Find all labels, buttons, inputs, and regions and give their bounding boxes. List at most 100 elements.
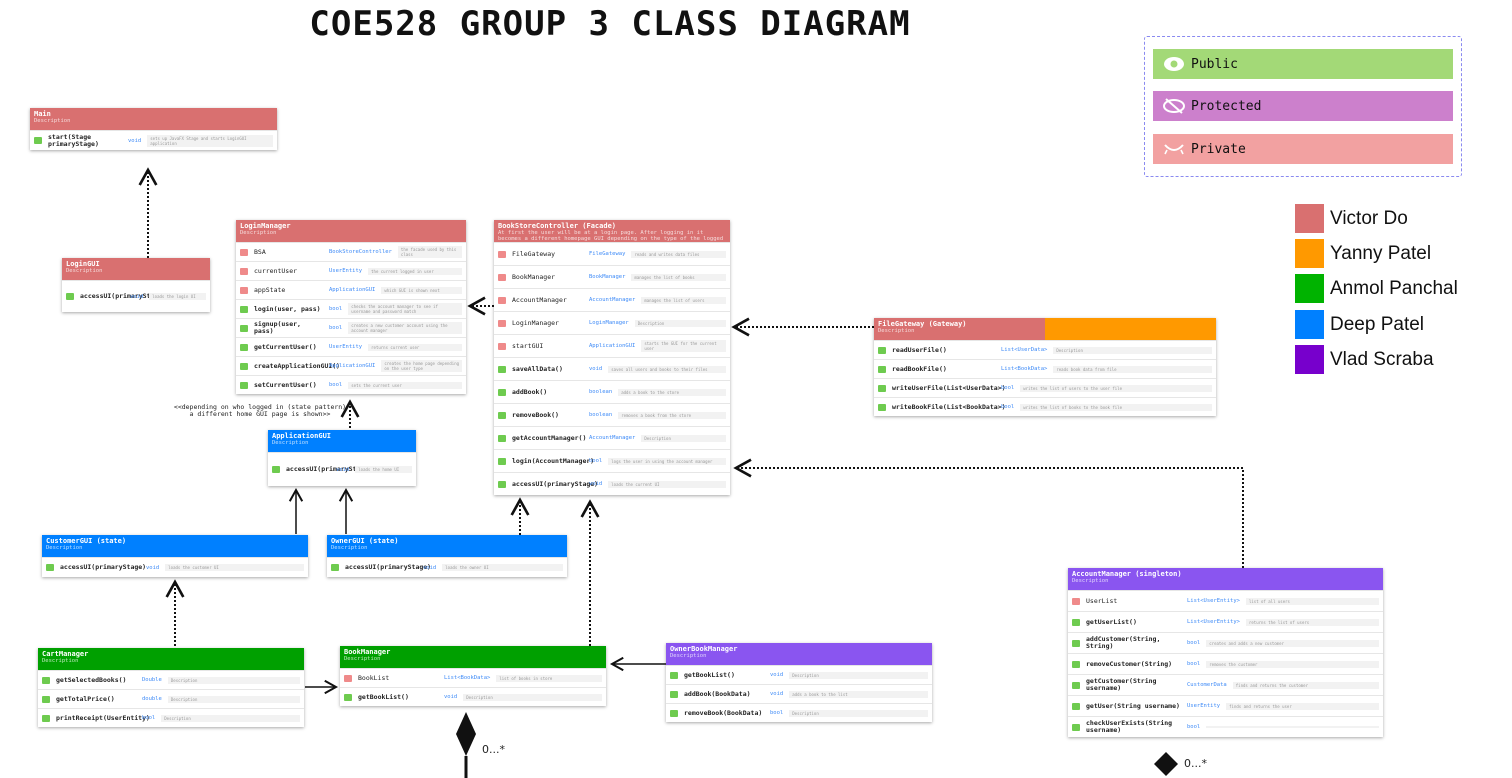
member-type: LoginManager <box>589 320 629 326</box>
member-type: bool <box>329 382 343 388</box>
member-description: returns the list of users <box>1245 618 1379 626</box>
class-name: OwnerGUI (state) <box>331 537 399 545</box>
member-description: removes the customer <box>1206 660 1379 668</box>
public-visibility-icon <box>498 365 506 373</box>
team-swatch <box>1295 310 1324 339</box>
class-member-row: LoginManager LoginManager Description <box>494 311 730 334</box>
eye-slash-icon <box>1163 98 1185 114</box>
closed-eye-icon <box>1164 144 1184 155</box>
member-description: which GUI is shown next <box>381 286 462 294</box>
member-type: BookManager <box>589 274 626 280</box>
member-description: sets up JavaFX Stage and starts LoginGUI… <box>147 134 273 147</box>
team-row-victor: Victor Do <box>1295 204 1408 233</box>
public-visibility-icon <box>1072 660 1080 668</box>
member-type: FileGateway <box>589 251 626 257</box>
member-name: currentUser <box>254 266 298 275</box>
class-description: At first the user will be at a login pag… <box>498 230 724 242</box>
member-description: creates a new customer account using the… <box>348 322 462 334</box>
class-header: ApplicationGUI Description <box>268 430 416 452</box>
member-type: List<UserEntity> <box>1187 598 1240 604</box>
member-name: readUserFile() <box>892 345 947 354</box>
private-visibility-icon <box>498 296 506 304</box>
public-visibility-icon <box>42 676 50 684</box>
team-row-deep: Deep Patel <box>1295 310 1424 339</box>
team-row-vlad: Vlad Scraba <box>1295 345 1434 374</box>
member-name: addBook() <box>512 387 548 396</box>
member-type: UserEntity <box>329 268 363 274</box>
class-header: BookManager Description <box>340 646 606 668</box>
member-name: writeBookFile(List<BookData>) <box>892 402 1006 411</box>
member-type: void <box>589 366 603 372</box>
class-member-row: getCurrentUser() UserEntity returns curren… <box>236 337 466 356</box>
team-row-yanny: Yanny Patel <box>1295 239 1431 268</box>
class-member-row: readUserFile() List<UserData> Description <box>874 340 1216 359</box>
member-description: logs the user in using the account manag… <box>608 457 726 465</box>
class-member-row: getCustomer(String username) CustomerData… <box>1068 674 1383 695</box>
class-member-row: removeBook() boolean removes a book from t… <box>494 403 730 426</box>
member-description: sets the current user <box>348 381 462 389</box>
member-type: ApplicationGUI <box>329 363 376 369</box>
class-member-row: getUser(String username) UserEntity finds … <box>1068 695 1383 716</box>
customergui-class: CustomerGUI (state) Description accessUI(p… <box>42 535 308 577</box>
class-name: FileGateway (Gateway) <box>878 320 967 328</box>
public-visibility-icon <box>1072 618 1080 626</box>
member-name: getCurrentUser() <box>254 342 317 351</box>
public-visibility-icon <box>42 695 50 703</box>
member-type: void <box>770 672 784 678</box>
member-type: CustomerData <box>1187 682 1227 688</box>
visibility-legend: Public Protected Private <box>1144 36 1462 177</box>
member-type: bool <box>1187 640 1201 646</box>
legend-protected-label: Protected <box>1191 98 1262 114</box>
member-description: list of all users <box>1245 597 1379 605</box>
private-visibility-icon <box>240 286 248 294</box>
member-description: manages the list of users <box>641 296 726 304</box>
legend-protected-row: Protected <box>1153 91 1453 121</box>
class-member-row: printReceipt(UserEntity) bool Description <box>38 708 304 727</box>
public-visibility-icon <box>498 411 506 419</box>
member-name: startGUI <box>512 341 544 350</box>
member-type: void <box>128 137 142 144</box>
member-type: void <box>336 466 350 473</box>
class-name: AccountManager (singleton) <box>1072 570 1182 578</box>
class-description: Description <box>331 545 368 551</box>
class-member-row: UserList List<UserEntity> list of all user… <box>1068 590 1383 611</box>
ownergui-class: OwnerGUI (state) Description accessUI(prim… <box>327 535 567 577</box>
member-name: accessUI(primaryStage) <box>80 292 167 300</box>
member-name: removeBook(BookData) <box>684 708 763 717</box>
member-description: Description <box>634 319 726 327</box>
member-description: returns current user <box>368 343 462 351</box>
member-description: writes the list of users to the user fil… <box>1020 384 1212 392</box>
public-visibility-icon <box>34 137 42 144</box>
member-name: login(AccountManager) <box>512 456 595 465</box>
member-description: creates the home page depending on the u… <box>381 360 462 372</box>
member-name: addCustomer(String, String) <box>1086 635 1161 650</box>
member-description: the current logged in user <box>368 267 462 275</box>
team-swatch <box>1295 204 1324 233</box>
class-member-row: getSelectedBooks() Double Description <box>38 670 304 689</box>
member-description: Description <box>789 671 928 679</box>
member-name: BookList <box>358 673 390 682</box>
class-name: CartManager <box>42 650 89 658</box>
member-description: creates and adds a new customer <box>1206 639 1379 647</box>
state-pattern-annotation: <<depending on who logged in (state patt… <box>173 403 347 418</box>
member-name: removeCustomer(String) <box>1086 659 1173 668</box>
member-description: finds and returns the user <box>1226 702 1379 710</box>
member-description: Description <box>789 709 928 717</box>
class-member-row: getBookList() void Description <box>340 687 606 706</box>
member-description: reads and writes data files <box>631 250 726 258</box>
class-member-row: accessUI(primaryStage) void loads the curr… <box>494 472 730 495</box>
public-visibility-icon <box>240 381 248 389</box>
team-swatch <box>1295 274 1324 303</box>
filegateway-class: FileGateway (Gateway) Description readUser… <box>874 318 1216 416</box>
team-row-anmol: Anmol Panchal <box>1295 274 1458 303</box>
book-composition-diamond <box>456 712 476 756</box>
member-description: writes the list of books to the book fil… <box>1020 403 1212 411</box>
member-type: AccountManager <box>589 297 636 303</box>
ownerbookmanager-class: OwnerBookManager Description getBookList()… <box>666 643 932 722</box>
member-name: getUser(String username) <box>1086 701 1180 710</box>
class-name: LoginGUI <box>66 260 100 268</box>
class-member-row: accessUI(primaryStage) void loads the logi… <box>62 280 210 312</box>
class-member-row: login(user, pass) bool checks the account … <box>236 299 466 318</box>
member-type: boolean <box>589 412 613 418</box>
member-type: Double <box>142 677 162 683</box>
